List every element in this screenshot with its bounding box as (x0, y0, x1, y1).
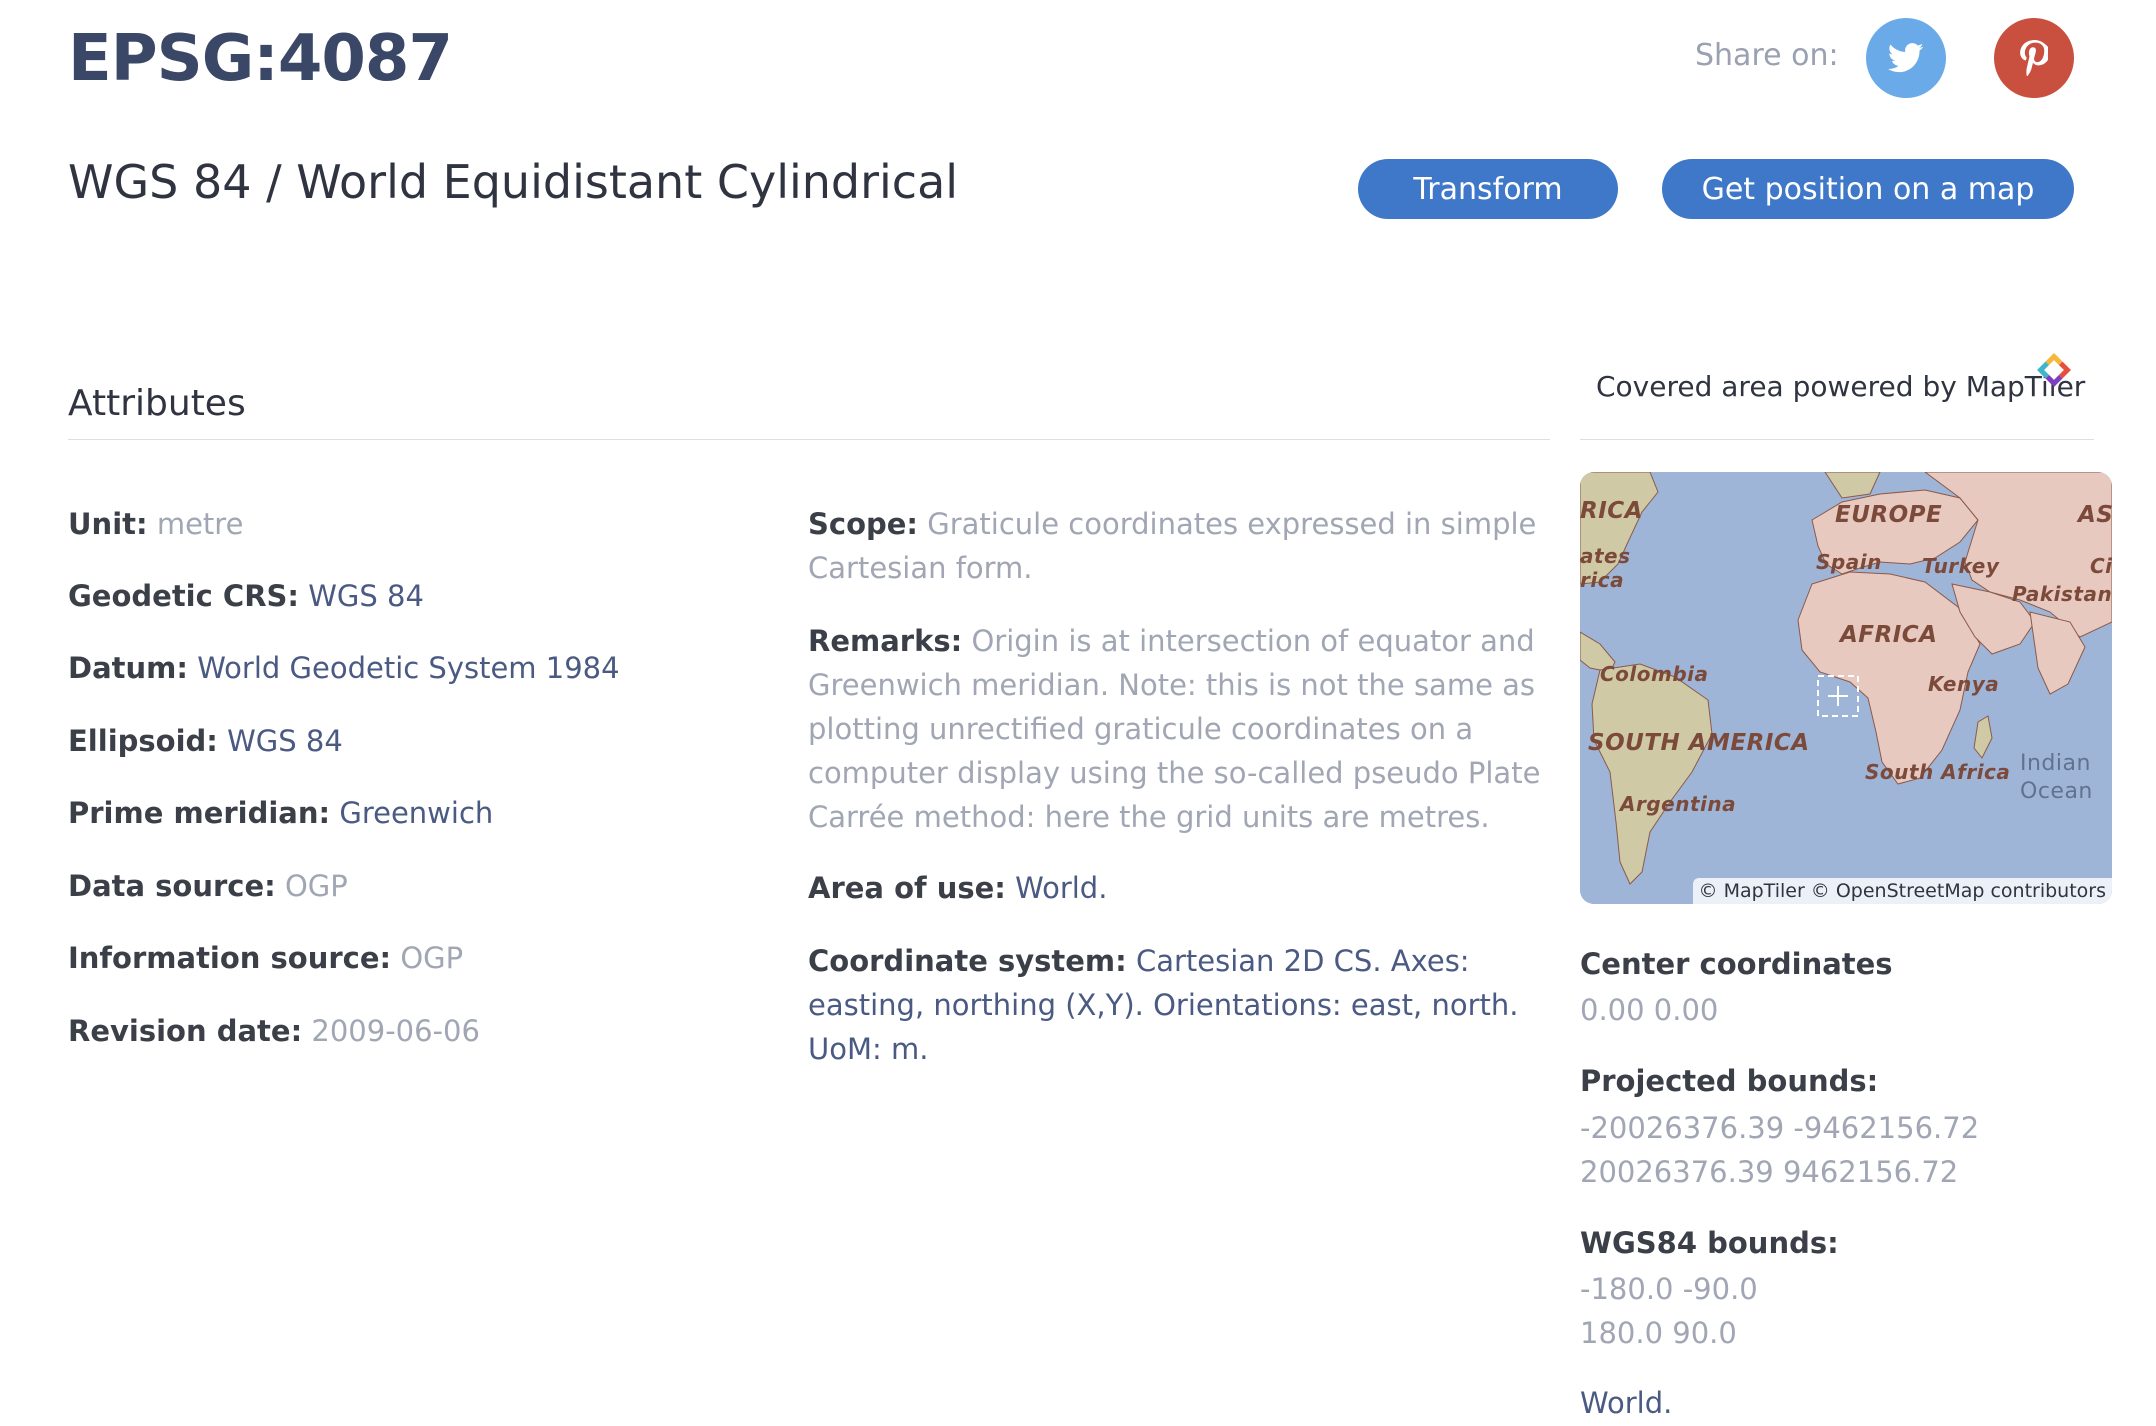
attr-area-of-use: Area of use: World. (808, 866, 1548, 910)
pinterest-share-button[interactable] (1994, 18, 2074, 98)
map-label: Colombia (1600, 662, 1709, 686)
attributes-divider (68, 439, 1550, 440)
covered-area-label: Covered area powered by MapTiler (1596, 370, 2086, 403)
map-label: rica (1580, 568, 1625, 592)
wgs84-bounds-min: -180.0 -90.0 (1580, 1272, 1758, 1306)
attr-ellipsoid: Ellipsoid: WGS 84 (68, 719, 343, 763)
attr-value: 2009-06-06 (311, 1014, 480, 1048)
map-label: South Africa (1865, 760, 2011, 784)
wgs84-bounds-max: 180.0 90.0 (1580, 1316, 1737, 1350)
attr-label: Data source: (68, 869, 276, 903)
map-label: Ocean (2020, 779, 2093, 804)
attr-geodetic-crs: Geodetic CRS: WGS 84 (68, 574, 424, 618)
projected-bounds-max: 20026376.39 9462156.72 (1580, 1155, 1959, 1189)
share-label: Share on: (1695, 38, 1839, 73)
attr-label: Datum: (68, 651, 188, 685)
attr-value: OGP (284, 869, 348, 903)
twitter-share-button[interactable] (1866, 18, 1946, 98)
attr-label: Coordinate system: (808, 944, 1127, 978)
map-label: RICA (1580, 498, 1643, 524)
map-label: Indian (2020, 751, 2091, 776)
attributes-heading: Attributes (68, 383, 246, 424)
attr-unit: Unit: metre (68, 502, 243, 546)
pinterest-icon (2020, 40, 2048, 76)
attr-datum: Datum: World Geodetic System 1984 (68, 646, 620, 690)
attr-value: metre (156, 507, 244, 541)
attr-label: Information source: (68, 941, 392, 975)
crs-title: WGS 84 / World Equidistant Cylindrical (68, 155, 959, 209)
attr-label: Area of use: (808, 871, 1006, 905)
center-coordinates-value: 0.00 0.00 (1580, 993, 1719, 1027)
map-label: EUROPE (1835, 502, 1943, 528)
attr-label: Geodetic CRS: (68, 579, 300, 613)
twitter-icon (1888, 43, 1924, 73)
crs-code-heading: EPSG:4087 (68, 22, 453, 96)
attr-remarks: Remarks: Origin is at intersection of eq… (808, 619, 1548, 839)
prime-meridian-link[interactable]: Greenwich (339, 796, 493, 830)
attr-information-source: Information source: OGP (68, 936, 463, 980)
maptiler-logo-icon[interactable] (2028, 344, 2080, 396)
attr-prime-meridian: Prime meridian: Greenwich (68, 791, 493, 835)
projected-bounds-label: Projected bounds: (1580, 1064, 1879, 1098)
ellipsoid-link[interactable]: WGS 84 (227, 724, 343, 758)
attr-data-source: Data source: OGP (68, 864, 348, 908)
attr-label: Scope: (808, 507, 919, 541)
datum-link[interactable]: World Geodetic System 1984 (197, 651, 619, 685)
world-map-graphic (1580, 472, 2112, 904)
geodetic-crs-link[interactable]: WGS 84 (308, 579, 424, 613)
map-label: SOUTH AMERICA (1588, 730, 1810, 756)
attr-label: Ellipsoid: (68, 724, 218, 758)
map-label: Argentina (1620, 792, 1737, 816)
transform-button[interactable]: Transform (1358, 159, 1618, 219)
attr-label: Remarks: (808, 624, 963, 658)
map-label: Ci (2090, 554, 2112, 578)
attr-coordinate-system: Coordinate system: Cartesian 2D CS. Axes… (808, 939, 1548, 1071)
attr-revision-date: Revision date: 2009-06-06 (68, 1009, 480, 1053)
attr-value: World. (1015, 871, 1108, 905)
map-label: AFRICA (1840, 622, 1938, 648)
center-coordinates-label: Center coordinates (1580, 947, 1893, 981)
get-position-on-map-button[interactable]: Get position on a map (1662, 159, 2074, 219)
map-attribution[interactable]: © MapTiler © OpenStreetMap contributors (1692, 878, 2112, 904)
attr-label: Prime meridian: (68, 796, 331, 830)
attr-value: Graticule coordinates expressed in simpl… (808, 507, 1537, 585)
map-panel-divider (1580, 439, 2094, 440)
map-label: ASI (2078, 502, 2112, 528)
attr-label: Revision date: (68, 1014, 303, 1048)
map-label: Spain (1816, 550, 1882, 574)
covered-area-map[interactable]: RICA ates rica EUROPE ASI Ci Spain Turke… (1580, 472, 2112, 904)
attr-scope: Scope: Graticule coordinates expressed i… (808, 502, 1548, 590)
area-of-use-summary: World. (1580, 1386, 1673, 1420)
attr-label: Unit: (68, 507, 148, 541)
map-label: ates (1580, 544, 1631, 568)
projected-bounds-min: -20026376.39 -9462156.72 (1580, 1111, 1980, 1145)
attr-value: OGP (400, 941, 464, 975)
wgs84-bounds-label: WGS84 bounds: (1580, 1226, 1839, 1260)
map-label: Kenya (1928, 672, 2000, 696)
map-label: Turkey (1922, 554, 2000, 578)
map-label: Pakistan (2012, 582, 2112, 606)
